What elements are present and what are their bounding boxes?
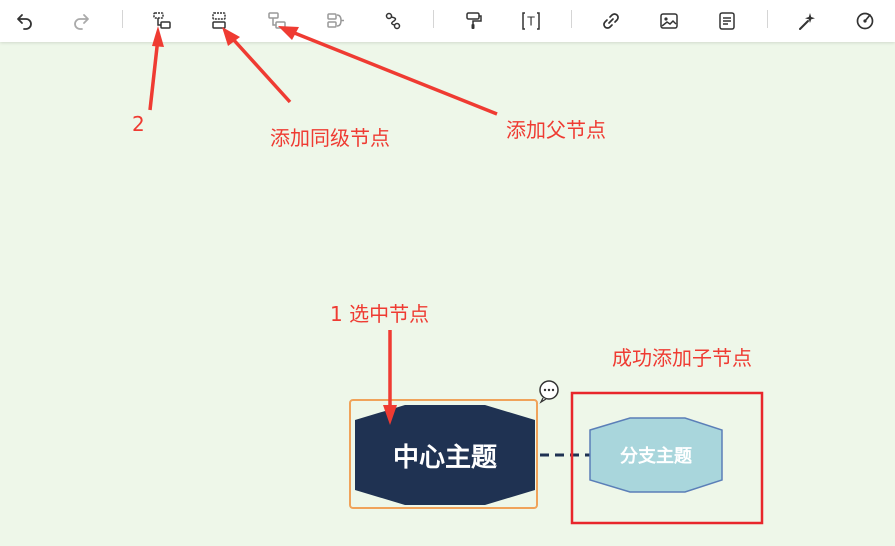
insert-text-icon: T [522,12,540,30]
target-icon [856,12,874,30]
insert-text-button[interactable]: T [516,6,546,36]
root-node-label[interactable]: 中心主题 [355,405,535,505]
relation-line-button[interactable] [378,6,408,36]
format-painter-button[interactable] [458,6,488,36]
note-button[interactable] [712,6,742,36]
toolbar: T [0,0,895,42]
format-painter-icon [466,12,482,29]
annotation-step1: 1 选中节点 [330,302,430,326]
add-child-node-icon [153,12,171,29]
add-parent-node-button[interactable] [262,6,292,36]
magic-wand-button[interactable] [792,6,822,36]
undo-button[interactable] [10,6,40,36]
annotation-success: 成功添加子节点 [612,346,752,370]
link-icon [603,13,619,29]
link-button[interactable] [596,6,626,36]
undo-icon [17,14,32,30]
image-button[interactable] [654,6,684,36]
image-icon [660,13,678,29]
magic-wand-icon [799,13,815,30]
add-sibling-node-button[interactable] [204,6,234,36]
annotation-step2: 2 [132,112,145,136]
add-parent-node-icon [268,12,286,29]
add-summary-button[interactable] [320,6,350,36]
annotation-add-sibling: 添加同级节点 [270,126,390,150]
add-child-node-button[interactable] [147,6,177,36]
toolbar-divider [767,10,768,28]
target-button[interactable] [850,6,880,36]
toolbar-divider [122,10,123,28]
toolbar-divider [433,10,434,28]
child-node-label[interactable]: 分支主题 [590,418,722,492]
redo-icon [74,14,89,30]
toolbar-divider [571,10,572,28]
redo-button[interactable] [66,6,96,36]
insert-text-glyph: T [526,15,535,29]
add-sibling-node-icon [212,12,226,29]
note-icon [719,12,735,30]
add-summary-icon [327,13,344,28]
annotation-add-parent: 添加父节点 [506,118,606,142]
relation-line-icon [385,12,401,30]
